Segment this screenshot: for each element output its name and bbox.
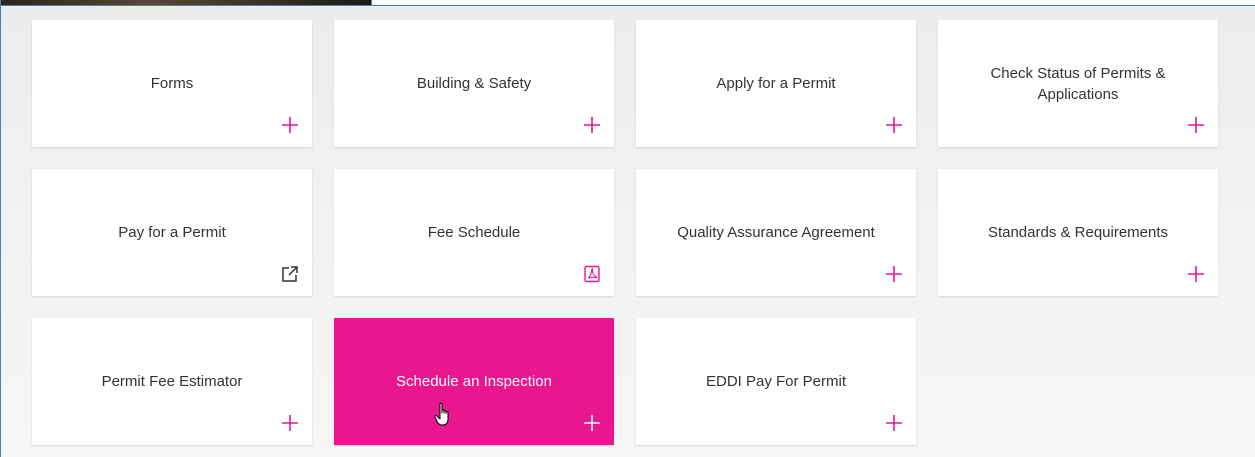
tile-label: Schedule an Inspection bbox=[396, 373, 552, 390]
tile-permit-fee-estimator[interactable]: Permit Fee Estimator bbox=[32, 318, 312, 445]
tile-apply-for-permit[interactable]: Apply for a Permit bbox=[636, 20, 916, 147]
plus-icon bbox=[280, 413, 300, 433]
services-tile-grid: Forms Building & Safety Apply for a Perm… bbox=[0, 5, 1255, 457]
plus-icon bbox=[884, 413, 904, 433]
plus-icon bbox=[280, 115, 300, 135]
hand-pointer-cursor-icon bbox=[434, 402, 454, 433]
tile-label: Apply for a Permit bbox=[716, 75, 836, 92]
tile-label: Forms bbox=[150, 75, 194, 92]
tile-building-safety[interactable]: Building & Safety bbox=[334, 20, 614, 147]
plus-icon bbox=[582, 115, 602, 135]
tile-label: Standards & Requirements bbox=[987, 224, 1169, 241]
tile-label: Quality Assurance Agreement bbox=[677, 224, 875, 241]
tile-label: Building & Safety bbox=[416, 75, 532, 92]
tile-quality-assurance-agreement[interactable]: Quality Assurance Agreement bbox=[636, 169, 916, 296]
tile-fee-schedule[interactable]: Fee Schedule bbox=[334, 169, 614, 296]
plus-icon bbox=[884, 115, 904, 135]
plus-icon bbox=[884, 264, 904, 284]
tile-forms[interactable]: Forms bbox=[32, 20, 312, 147]
tile-label: Pay for a Permit bbox=[118, 224, 226, 241]
tile-label: Permit Fee Estimator bbox=[101, 373, 243, 390]
tile-check-status[interactable]: Check Status of Permits & Applications bbox=[938, 20, 1218, 147]
pdf-icon bbox=[582, 264, 602, 284]
external-link-icon bbox=[280, 264, 300, 284]
tile-standards-requirements[interactable]: Standards & Requirements bbox=[938, 169, 1218, 296]
tile-label: Fee Schedule bbox=[427, 224, 521, 241]
plus-icon bbox=[1186, 115, 1206, 135]
plus-icon bbox=[582, 413, 602, 433]
tile-label: EDDI Pay For Permit bbox=[705, 373, 847, 390]
tile-pay-for-permit[interactable]: Pay for a Permit bbox=[32, 169, 312, 296]
tile-label: Check Status of Permits & Applications bbox=[990, 64, 1166, 103]
tile-eddi-pay-for-permit[interactable]: EDDI Pay For Permit bbox=[636, 318, 916, 445]
tile-schedule-inspection[interactable]: Schedule an Inspection bbox=[334, 318, 614, 445]
plus-icon bbox=[1186, 264, 1206, 284]
